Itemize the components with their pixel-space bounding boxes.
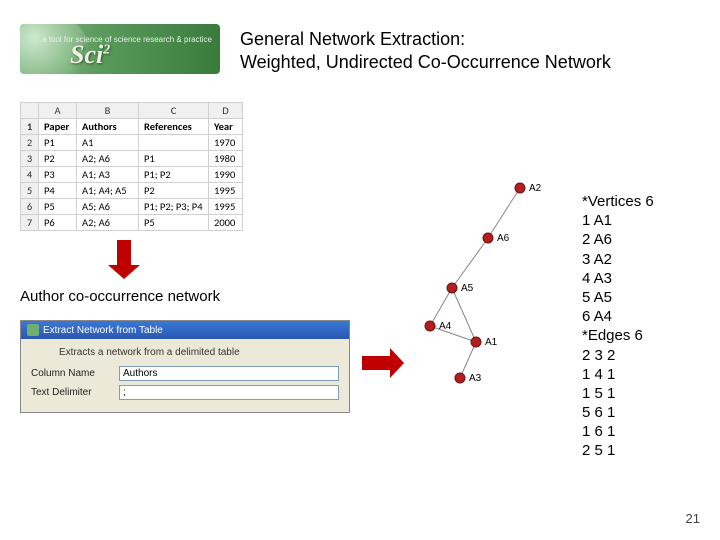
cell: 1995 xyxy=(209,183,243,199)
arrow-right-icon xyxy=(362,348,404,378)
delimiter-label: Text Delimiter xyxy=(31,387,119,398)
page-number: 21 xyxy=(686,511,700,526)
cell xyxy=(139,135,209,151)
pajek-output: *Vertices 6 1 A1 2 A6 3 A2 4 A3 5 A5 6 A… xyxy=(582,192,654,461)
dialog-description: Extracts a network from a delimited tabl… xyxy=(59,347,339,358)
table-row: 5P4A1; A4; A5P21995 xyxy=(21,183,243,199)
header-cell: References xyxy=(139,119,209,135)
dialog-title: Extract Network from Table xyxy=(43,325,163,336)
table-corner xyxy=(21,103,39,119)
row-head: 4 xyxy=(21,167,39,183)
header-cell: Authors xyxy=(77,119,139,135)
cell: 1980 xyxy=(209,151,243,167)
cell: A2; A6 xyxy=(77,215,139,231)
cell: A2; A6 xyxy=(77,151,139,167)
extract-dialog: Extract Network from Table Extracts a ne… xyxy=(20,320,350,413)
row-head: 5 xyxy=(21,183,39,199)
cell: A1 xyxy=(77,135,139,151)
dialog-icon xyxy=(27,324,39,336)
table-row: 6P5A5; A6P1; P2; P3; P41995 xyxy=(21,199,243,215)
arrow-down-icon xyxy=(108,240,140,279)
row-head: 7 xyxy=(21,215,39,231)
cell: P4 xyxy=(39,183,77,199)
row-head: 6 xyxy=(21,199,39,215)
logo-tagline: a tool for science of science research &… xyxy=(42,36,212,45)
col-head: D xyxy=(209,103,243,119)
delimiter-field[interactable]: ; xyxy=(119,385,339,400)
svg-text:A5: A5 xyxy=(461,283,474,294)
cell: 1995 xyxy=(209,199,243,215)
svg-text:A4: A4 xyxy=(439,321,452,332)
network-graph: A2 A6 A5 A4 A1 A3 xyxy=(410,178,570,388)
col-head: B xyxy=(77,103,139,119)
svg-text:A6: A6 xyxy=(497,233,510,244)
col-head: C xyxy=(139,103,209,119)
cell: 2000 xyxy=(209,215,243,231)
slide-title: General Network Extraction: Weighted, Un… xyxy=(240,28,611,75)
cell: P1 xyxy=(39,135,77,151)
cell: P1 xyxy=(139,151,209,167)
data-table: A B C D 1 Paper Authors References Year … xyxy=(20,102,243,231)
cell: P2 xyxy=(139,183,209,199)
row-head: 1 xyxy=(21,119,39,135)
cell: P5 xyxy=(39,199,77,215)
header-cell: Year xyxy=(209,119,243,135)
table-row: 2P1A1 1970 xyxy=(21,135,243,151)
cell: P6 xyxy=(39,215,77,231)
cell: P2 xyxy=(39,151,77,167)
svg-text:A2: A2 xyxy=(529,183,542,194)
table-row: 7P6A2; A6P52000 xyxy=(21,215,243,231)
cell: P3 xyxy=(39,167,77,183)
cell: A1; A3 xyxy=(77,167,139,183)
sci2-logo: Sci2 a tool for science of science resea… xyxy=(20,24,220,74)
cell: 1990 xyxy=(209,167,243,183)
cell: A5; A6 xyxy=(77,199,139,215)
cell: 1970 xyxy=(209,135,243,151)
row-head: 3 xyxy=(21,151,39,167)
column-name-label: Column Name xyxy=(31,368,119,379)
subtitle: Author co-occurrence network xyxy=(20,288,220,305)
header-cell: Paper xyxy=(39,119,77,135)
column-name-field[interactable]: Authors xyxy=(119,366,339,381)
svg-text:A1: A1 xyxy=(485,337,498,348)
cell: A1; A4; A5 xyxy=(77,183,139,199)
col-head: A xyxy=(39,103,77,119)
table-row: 4P3A1; A3P1; P21990 xyxy=(21,167,243,183)
row-head: 2 xyxy=(21,135,39,151)
svg-text:A3: A3 xyxy=(469,373,482,384)
cell: P1; P2 xyxy=(139,167,209,183)
table-row: 3P2A2; A6P11980 xyxy=(21,151,243,167)
dialog-titlebar: Extract Network from Table xyxy=(21,321,349,339)
cell: P1; P2; P3; P4 xyxy=(139,199,209,215)
cell: P5 xyxy=(139,215,209,231)
